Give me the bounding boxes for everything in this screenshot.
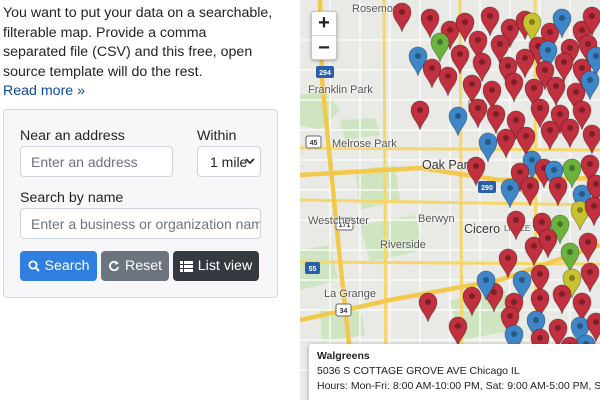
map-marker-icon[interactable]	[560, 242, 580, 273]
map-marker-icon[interactable]	[410, 100, 430, 131]
search-by-name-label: Search by name	[20, 190, 124, 206]
map-marker-icon[interactable]	[418, 292, 438, 323]
within-select-value: 1 mile	[210, 154, 248, 170]
list-view-button[interactable]: List view	[173, 251, 259, 281]
map-marker-icon[interactable]	[580, 262, 600, 293]
reset-button[interactable]: Reset	[101, 251, 169, 281]
popup-address: 5036 S COTTAGE GROVE AVE Chicago IL	[317, 365, 520, 377]
popup-hours: Hours: Mon-Fri: 8:00 AM-10:00 PM, Sat: 9…	[317, 380, 600, 392]
map-marker-icon[interactable]	[582, 124, 600, 155]
zoom-out-button[interactable]: −	[312, 36, 336, 60]
map-marker-icon[interactable]	[552, 284, 572, 315]
near-address-label: Near an address	[20, 128, 125, 144]
map-marker-icon[interactable]	[462, 286, 482, 317]
map-marker-icon[interactable]	[520, 176, 540, 207]
popup-name: Walgreens	[317, 350, 370, 362]
marker-popup: Walgreens 5036 S COTTAGE GROVE AVE Chica…	[309, 344, 600, 400]
read-more-link[interactable]: Read more »	[3, 82, 297, 101]
map-marker-icon[interactable]	[506, 210, 526, 241]
map-marker-icon[interactable]	[448, 106, 468, 137]
search-button-label: Search	[44, 258, 90, 274]
map-marker-icon[interactable]	[438, 66, 458, 97]
map-marker-icon[interactable]	[578, 232, 598, 263]
search-icon	[28, 260, 40, 272]
map-marker-icon[interactable]	[548, 176, 568, 207]
search-button[interactable]: Search	[20, 251, 97, 281]
map-marker-icon[interactable]	[466, 156, 486, 187]
map[interactable]: 294 290 55 45 34 43 171 Rosemont Frankli…	[300, 0, 600, 400]
map-marker-icon[interactable]	[500, 178, 520, 209]
map-marker-icon[interactable]	[498, 248, 518, 279]
intro-text: You want to put your data on a searchabl…	[3, 5, 273, 80]
map-markers	[392, 2, 600, 367]
map-marker-icon[interactable]	[584, 196, 600, 227]
map-marker-icon[interactable]	[448, 316, 468, 347]
map-marker-icon[interactable]	[504, 72, 524, 103]
map-marker-icon[interactable]	[496, 128, 516, 159]
zoom-in-button[interactable]: +	[312, 12, 336, 36]
map-marker-icon[interactable]	[422, 58, 442, 89]
map-marker-icon[interactable]	[392, 2, 412, 33]
map-marker-icon[interactable]	[480, 6, 500, 37]
map-marker-icon[interactable]	[540, 120, 560, 151]
map-marker-icon[interactable]	[478, 132, 498, 163]
list-view-button-label: List view	[197, 258, 253, 274]
address-input[interactable]: Enter an address	[20, 146, 173, 177]
name-input[interactable]: Enter a business or organization name	[20, 208, 261, 239]
chevron-down-icon	[245, 158, 255, 165]
within-label: Within	[197, 128, 237, 144]
zoom-control: + −	[311, 11, 337, 60]
reset-button-label: Reset	[124, 258, 163, 274]
map-marker-icon[interactable]	[560, 118, 580, 149]
search-panel: Near an address Enter an address Within …	[3, 109, 278, 298]
map-marker-icon[interactable]	[430, 32, 450, 63]
map-marker-icon[interactable]	[515, 48, 535, 79]
map-marker-icon[interactable]	[546, 76, 566, 107]
map-marker-icon[interactable]	[538, 228, 558, 259]
sidebar: You want to put your data on a searchabl…	[0, 0, 300, 400]
within-select[interactable]: 1 mile	[197, 146, 261, 177]
list-icon	[179, 260, 193, 272]
map-marker-icon[interactable]	[468, 98, 488, 129]
redo-icon	[109, 260, 120, 272]
